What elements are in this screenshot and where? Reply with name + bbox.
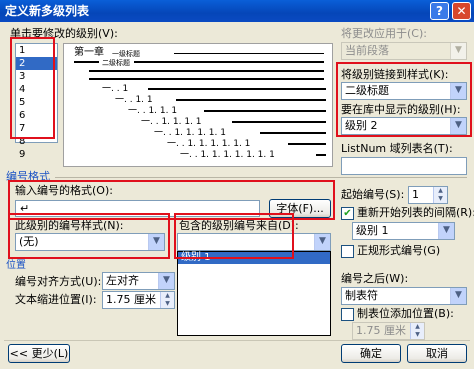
chevron-down-icon: ▼ [450, 288, 466, 304]
preview-dot-row-rule [232, 121, 326, 123]
align-value: 左对齐 [106, 274, 139, 287]
close-button[interactable]: ✕ [452, 2, 471, 20]
tab-stop-label: 制表位添加位置(B): [357, 307, 454, 320]
window-title: 定义新多级列表 [5, 4, 90, 18]
tab-stop-spinner: ▲ ▼ [410, 323, 424, 339]
preview-rule-b [89, 78, 324, 80]
restart-label: 重新开始列表的间隔(R): [357, 206, 474, 219]
start-at-spinner[interactable]: ▲ ▼ [433, 187, 447, 203]
less-button[interactable]: << 更少(L) [8, 344, 70, 363]
align-combo[interactable]: 左对齐 ▼ [102, 272, 175, 290]
preview-dot-row-rule [316, 154, 326, 156]
preview-dot-row: 一. . 1. 1. 1. 1. 1. 1 [167, 139, 251, 149]
preview-rule-a [89, 70, 324, 72]
preview-line2-lead [74, 61, 99, 63]
indent-input[interactable]: 1.75 厘米 ▲ ▼ [102, 291, 175, 309]
restart-combo[interactable]: 级别 1 ▼ [352, 222, 455, 240]
help-icon: ? [436, 4, 443, 18]
start-at-value: 1 [412, 188, 419, 201]
preview-panel: 第一章 一级标题 二级标题 一. . 1 一. . 1. 1 一. . 1. 1. … [63, 43, 333, 167]
legal-checkbox[interactable] [341, 245, 354, 258]
apply-to-label: 将更改应用于(C): [341, 27, 427, 40]
preview-dot-row: 一. . 1. 1. 1 [128, 106, 178, 116]
cancel-button[interactable]: 取消 [407, 344, 467, 363]
follow-combo[interactable]: 制表符 ▼ [341, 287, 467, 305]
apply-to-value: 当前段落 [345, 44, 389, 57]
preview-line1-rule [174, 53, 324, 54]
window-title-bar: 定义新多级列表 [0, 0, 474, 22]
preview-dot-row: 一. . 1. 1. 1. 1 [141, 117, 202, 127]
ok-button[interactable]: 确定 [341, 344, 401, 363]
highlight-number-style [8, 213, 170, 259]
highlight-include-level [174, 213, 294, 259]
chevron-down-icon: ▼ [438, 223, 454, 239]
preview-line1-prefix: 第一章 [74, 47, 104, 58]
restart-checkbox[interactable]: ✔ [341, 207, 354, 220]
preview-dot-row-rule [204, 110, 326, 112]
follow-value: 制表符 [345, 289, 378, 302]
indent-label: 文本缩进位置(I): [15, 293, 97, 306]
indent-value: 1.75 厘米 [106, 293, 156, 306]
preview-dot-row-rule [176, 99, 326, 101]
highlight-link-style [336, 62, 472, 137]
preview-dot-row-rule [260, 132, 326, 134]
apply-to-combo: 当前段落 ▼ [341, 42, 467, 60]
tab-stop-checkbox[interactable] [341, 308, 354, 321]
preview-line2-rule [134, 61, 324, 63]
level-list-item[interactable]: 9 [16, 148, 57, 161]
check-icon: ✔ [343, 208, 352, 219]
follow-label: 编号之后(W): [341, 272, 409, 285]
indent-spinner[interactable]: ▲ ▼ [160, 292, 174, 308]
preview-line2-text: 二级标题 [102, 59, 130, 67]
preview-dot-row: 一. . 1. 1 [115, 95, 153, 105]
restart-value: 级别 1 [356, 224, 389, 237]
include-level-dropdown-list[interactable]: 级别 1 [177, 251, 331, 336]
legal-label: 正规形式编号(G) [357, 244, 441, 257]
tab-stop-value: 1.75 厘米 [356, 324, 406, 337]
chevron-down-icon: ▼ [158, 273, 174, 289]
position-title: 位置 [6, 260, 26, 271]
listnum-input[interactable] [341, 157, 467, 175]
listnum-label: ListNum 域列表名(T): [341, 142, 453, 155]
tab-stop-input: 1.75 厘米 ▲ ▼ [352, 322, 425, 340]
preview-dot-row: 一. . 1. 1. 1. 1. 1 [154, 128, 226, 138]
bottom-divider [4, 340, 470, 341]
preview-dot-row: 一. . 1. 1. 1. 1. 1. 1. 1 [180, 150, 275, 160]
preview-dot-row-rule [288, 143, 326, 145]
help-button[interactable]: ? [430, 2, 449, 20]
preview-dot-row-rule [148, 88, 326, 90]
highlight-level-list [10, 37, 55, 139]
chevron-down-icon: ▼ [314, 234, 330, 250]
align-label: 编号对齐方式(U): [15, 275, 102, 288]
start-at-label: 起始编号(S): [341, 188, 405, 201]
section-divider [55, 177, 467, 178]
chevron-down-icon: ▼ [450, 43, 466, 59]
preview-dot-row: 一. . 1 [102, 84, 129, 94]
close-icon: ✕ [456, 4, 467, 18]
start-at-input[interactable]: 1 ▲ ▼ [408, 186, 448, 204]
